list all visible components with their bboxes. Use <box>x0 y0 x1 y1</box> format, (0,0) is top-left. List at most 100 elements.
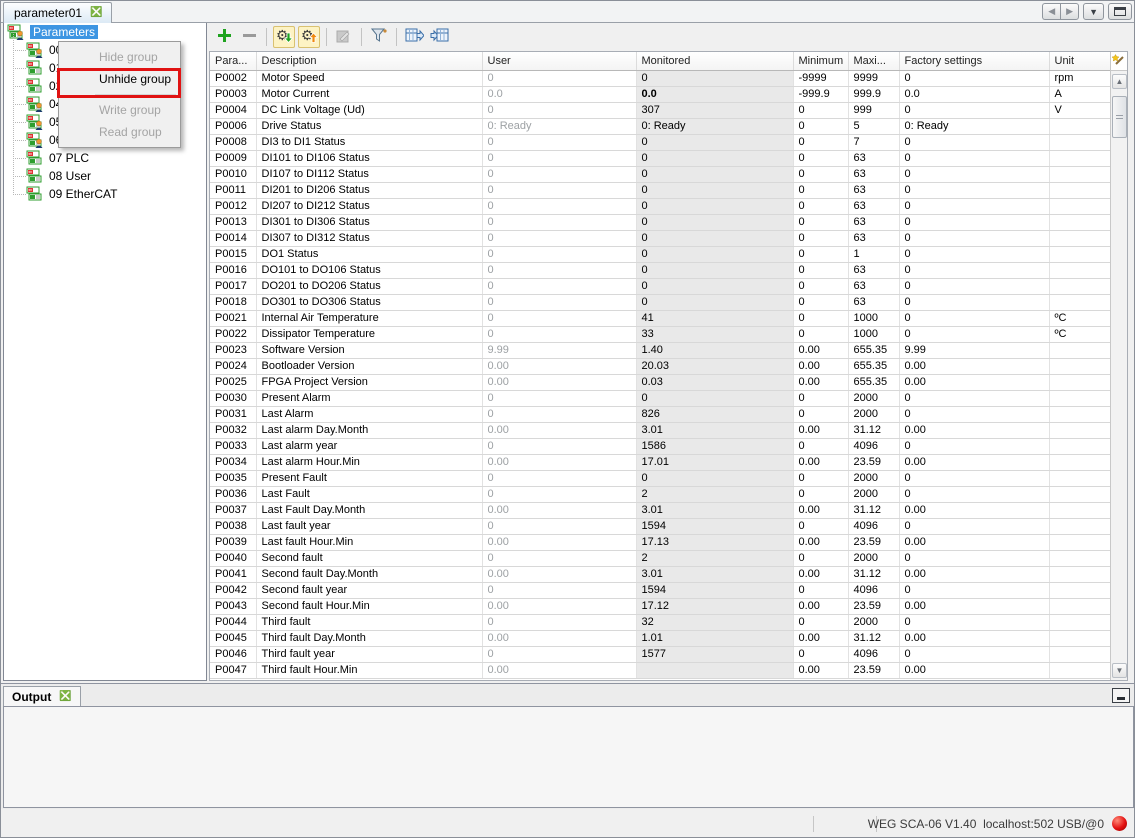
table-row[interactable]: P0034Last alarm Hour.Min0.0017.010.0023.… <box>210 454 1110 470</box>
table-row[interactable]: P0030Present Alarm00020000 <box>210 390 1110 406</box>
column-header-factorysettings[interactable]: Factory settings <box>899 52 1049 70</box>
cell[interactable]: 0 <box>482 550 636 566</box>
cell[interactable]: 0 <box>482 198 636 214</box>
table-row[interactable]: P0006Drive Status0: Ready0: Ready050: Re… <box>210 118 1110 134</box>
magic-wand-icon[interactable] <box>1110 52 1127 71</box>
table-row[interactable]: P0011DI201 to DI206 Status000630 <box>210 182 1110 198</box>
table-row[interactable]: P0022Dissipator Temperature033010000ºC <box>210 326 1110 342</box>
table-row[interactable]: P0042Second fault year01594040960 <box>210 582 1110 598</box>
table-row[interactable]: P0037Last Fault Day.Month0.003.010.0031.… <box>210 502 1110 518</box>
close-icon[interactable]: ❎ <box>90 8 102 18</box>
cell[interactable]: 0 <box>482 70 636 86</box>
chevron-down-icon[interactable]: ▼ <box>1083 3 1104 20</box>
column-header-description[interactable]: Description <box>256 52 482 70</box>
cell[interactable]: 0.00 <box>482 358 636 374</box>
table-row[interactable]: P0002Motor Speed00-999999990rpm <box>210 70 1110 86</box>
cell[interactable]: 0 <box>482 326 636 342</box>
table-row[interactable]: P0021Internal Air Temperature041010000ºC <box>210 310 1110 326</box>
cell[interactable]: 0 <box>482 214 636 230</box>
table-row[interactable]: P0015DO1 Status00010 <box>210 246 1110 262</box>
tree-item-08-user[interactable]: 08 User <box>4 167 206 185</box>
table-row[interactable]: P0025FPGA Project Version0.000.030.00655… <box>210 374 1110 390</box>
maximize-icon[interactable] <box>1108 3 1132 20</box>
cell[interactable]: 0.00 <box>482 630 636 646</box>
menu-item-unhide-group[interactable]: Unhide group <box>61 68 178 90</box>
tree-item-07-plc[interactable]: 07 PLC <box>4 149 206 167</box>
table-scrollbar[interactable]: ▲ ▼ <box>1110 52 1127 680</box>
cell[interactable]: 0.00 <box>482 566 636 582</box>
table-row[interactable]: P0023Software Version9.991.400.00655.359… <box>210 342 1110 358</box>
cell[interactable]: 0: Ready <box>482 118 636 134</box>
chevron-left-icon[interactable]: ◀ <box>1042 3 1060 20</box>
column-header-user[interactable]: User <box>482 52 636 70</box>
tree-item-09-ethercat[interactable]: 09 EtherCAT <box>4 185 206 203</box>
cell[interactable]: 0 <box>482 406 636 422</box>
table-row[interactable]: P0033Last alarm year01586040960 <box>210 438 1110 454</box>
cell[interactable]: 0 <box>482 486 636 502</box>
cell[interactable]: 0 <box>482 582 636 598</box>
cell[interactable]: 0.00 <box>482 422 636 438</box>
column-header-minimum[interactable]: Minimum <box>793 52 848 70</box>
cell[interactable]: 0 <box>482 134 636 150</box>
column-header-unit[interactable]: Unit <box>1049 52 1110 70</box>
column-header-monitored[interactable]: Monitored <box>636 52 793 70</box>
close-icon[interactable]: ❎ <box>59 692 71 702</box>
filter-button[interactable] <box>368 26 390 48</box>
table-row[interactable]: P0044Third fault032020000 <box>210 614 1110 630</box>
cell[interactable]: 0 <box>482 294 636 310</box>
cell[interactable]: 0 <box>482 262 636 278</box>
cell[interactable]: 0 <box>482 518 636 534</box>
table-row[interactable]: P0038Last fault year01594040960 <box>210 518 1110 534</box>
cell[interactable]: 0.0 <box>482 86 636 102</box>
table-row[interactable]: P0041Second fault Day.Month0.003.010.003… <box>210 566 1110 582</box>
minimize-icon[interactable] <box>1112 688 1130 703</box>
scroll-up-icon[interactable]: ▲ <box>1112 74 1127 89</box>
export-table-button[interactable] <box>403 26 425 48</box>
tab-output[interactable]: Output ❎ <box>3 686 81 706</box>
table-row[interactable]: P0039Last fault Hour.Min0.0017.130.0023.… <box>210 534 1110 550</box>
cell[interactable]: 0 <box>482 246 636 262</box>
cell[interactable]: 0 <box>482 310 636 326</box>
cell[interactable]: 0 <box>482 166 636 182</box>
table-row[interactable]: P0014DI307 to DI312 Status000630 <box>210 230 1110 246</box>
table-row[interactable]: P0016DO101 to DO106 Status000630 <box>210 262 1110 278</box>
scroll-down-icon[interactable]: ▼ <box>1112 663 1127 678</box>
add-parameter-button[interactable] <box>213 26 235 48</box>
cell[interactable]: 0 <box>482 470 636 486</box>
cell[interactable]: 9.99 <box>482 342 636 358</box>
scrollbar-thumb[interactable] <box>1112 96 1127 138</box>
table-row[interactable]: P0046Third fault year01577040960 <box>210 646 1110 662</box>
table-row[interactable]: P0017DO201 to DO206 Status000630 <box>210 278 1110 294</box>
cell[interactable]: 0.00 <box>482 454 636 470</box>
remove-parameter-button[interactable] <box>238 26 260 48</box>
table-row[interactable]: P0008DI3 to DI1 Status00070 <box>210 134 1110 150</box>
table-row[interactable]: P0036Last Fault02020000 <box>210 486 1110 502</box>
table-row[interactable]: P0031Last Alarm0826020000 <box>210 406 1110 422</box>
table-row[interactable]: P0012DI207 to DI212 Status000630 <box>210 198 1110 214</box>
cell[interactable]: 0 <box>482 438 636 454</box>
table-row[interactable]: P0043Second fault Hour.Min0.0017.120.002… <box>210 598 1110 614</box>
chevron-right-icon[interactable]: ▶ <box>1060 3 1079 20</box>
cell[interactable]: 0 <box>482 390 636 406</box>
table-row[interactable]: P0004DC Link Voltage (Ud)030709990V <box>210 102 1110 118</box>
cell[interactable]: 0.00 <box>482 662 636 678</box>
table-row[interactable]: P0035Present Fault00020000 <box>210 470 1110 486</box>
cell[interactable]: 0 <box>482 230 636 246</box>
cell[interactable]: 0.00 <box>482 374 636 390</box>
table-row[interactable]: P0024Bootloader Version0.0020.030.00655.… <box>210 358 1110 374</box>
tree-root-parameters[interactable]: Parameters <box>4 23 206 41</box>
cell[interactable]: 0 <box>482 102 636 118</box>
table-row[interactable]: P0040Second fault02020000 <box>210 550 1110 566</box>
tab-parameter01[interactable]: parameter01 ❎ <box>3 2 112 23</box>
table-row[interactable]: P0009DI101 to DI106 Status000630 <box>210 150 1110 166</box>
column-header-maxi[interactable]: Maxi... <box>848 52 899 70</box>
write-parameters-button[interactable]: ⚙ <box>298 26 320 48</box>
column-header-para[interactable]: Para... <box>210 52 256 70</box>
cell[interactable]: 0.00 <box>482 534 636 550</box>
read-parameters-button[interactable]: ⚙ <box>273 26 295 48</box>
cell[interactable]: 0 <box>482 646 636 662</box>
import-table-button[interactable] <box>428 26 450 48</box>
table-row[interactable]: P0010DI107 to DI112 Status000630 <box>210 166 1110 182</box>
table-row[interactable]: P0047Third fault Hour.Min0.000.0023.590.… <box>210 662 1110 678</box>
cell[interactable]: 0.00 <box>482 598 636 614</box>
